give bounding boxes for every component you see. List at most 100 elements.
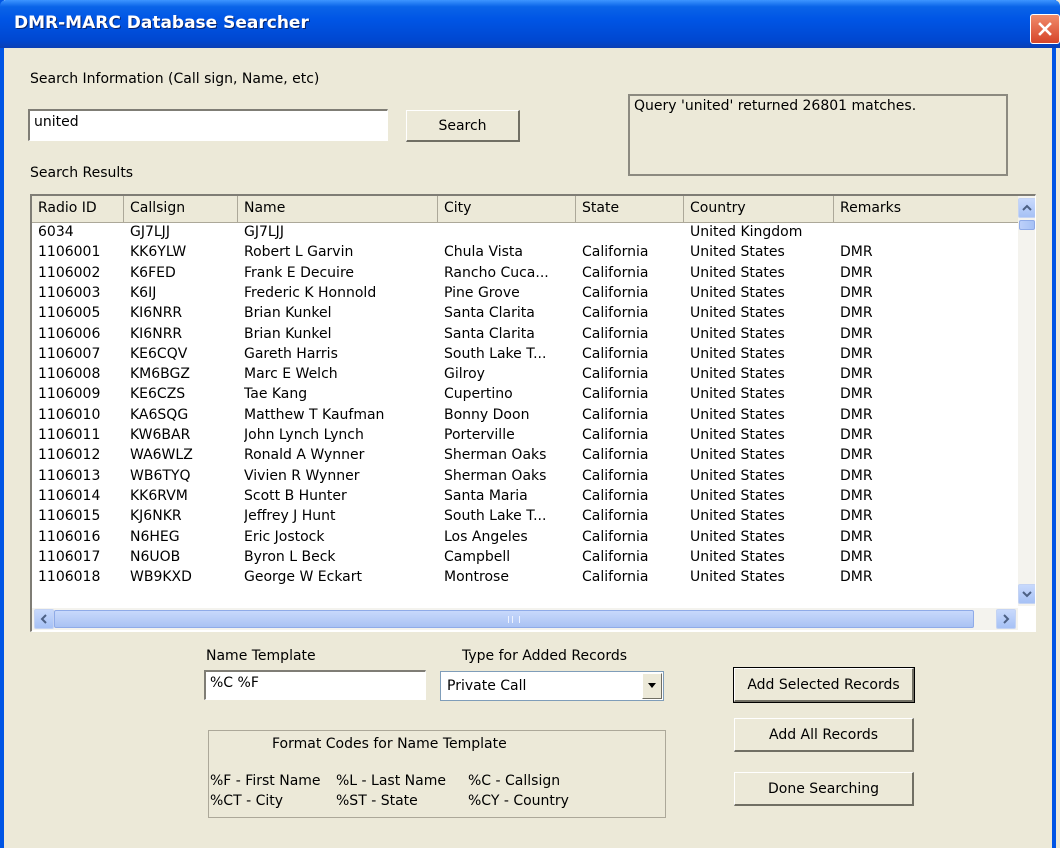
- cell-remarks: DMR: [840, 284, 873, 301]
- cell-city: Sherman Oaks: [444, 447, 547, 464]
- cell-name: Ronald A Wynner: [244, 447, 365, 464]
- table-row[interactable]: 1106009 KE6CZS Tae Kang Cupertino California…: [32, 386, 1018, 405]
- status-text: Query 'united' returned 26801 matches.: [634, 98, 917, 114]
- cell-radio-id: 1106014: [38, 487, 101, 504]
- column-header-state[interactable]: State: [576, 196, 684, 222]
- cell-radio-id: 1106005: [38, 305, 101, 322]
- done-searching-button[interactable]: Done Searching: [734, 772, 914, 806]
- format-code-first-name: %F - First Name: [210, 773, 321, 789]
- table-row[interactable]: 1106017 N6UOB Byron L Beck Campbell Californ…: [32, 549, 1018, 568]
- table-row[interactable]: 1106013 WB6TYQ Vivien R Wynner Sherman Oaks…: [32, 468, 1018, 487]
- cell-name: Frank E Decuire: [244, 264, 355, 281]
- cell-radio-id: 1106001: [38, 244, 101, 261]
- table-row[interactable]: 1106012 WA6WLZ Ronald A Wynner Sherman Oaks…: [32, 447, 1018, 466]
- cell-name: Tae Kang: [244, 386, 308, 403]
- column-header-city[interactable]: City: [438, 196, 576, 222]
- cell-country: United States: [690, 447, 785, 464]
- cell-callsign: WA6WLZ: [130, 447, 193, 464]
- table-row[interactable]: 1106008 KM6BGZ Marc E Welch Gilroy Californi…: [32, 366, 1018, 385]
- cell-callsign: N6UOB: [130, 548, 181, 565]
- column-header-radio-id[interactable]: Radio ID: [32, 196, 124, 222]
- record-type-label: Type for Added Records: [462, 648, 628, 664]
- results-list[interactable]: Radio ID Callsign Name City State Countr…: [30, 194, 1036, 632]
- name-template-input[interactable]: %C %F: [204, 670, 426, 700]
- record-type-select[interactable]: Private Call: [440, 671, 664, 701]
- table-row[interactable]: 1106018 WB9KXD George W Eckart Montrose Cali…: [32, 569, 1018, 588]
- cell-name: Brian Kunkel: [244, 325, 332, 342]
- cell-remarks: DMR: [840, 406, 873, 423]
- record-type-value: Private Call: [447, 678, 527, 694]
- cell-name: Byron L Beck: [244, 548, 336, 565]
- table-row[interactable]: 1106011 KW6BAR John Lynch Lynch Porterville…: [32, 427, 1018, 446]
- cell-callsign: KI6NRR: [130, 305, 183, 322]
- column-header-country[interactable]: Country: [684, 196, 834, 222]
- cell-name: George W Eckart: [244, 569, 363, 586]
- cell-remarks: DMR: [840, 447, 873, 464]
- cell-state: California: [582, 244, 649, 261]
- table-row[interactable]: 1106010 KA6SQG Matthew T Kaufman Bonny Doon…: [32, 407, 1018, 426]
- table-row[interactable]: 1106001 KK6YLW Robert L Garvin Chula Vista C…: [32, 244, 1018, 263]
- cell-callsign: N6HEG: [130, 528, 180, 545]
- done-searching-label: Done Searching: [767, 780, 880, 797]
- column-header-callsign[interactable]: Callsign: [124, 196, 238, 222]
- table-row[interactable]: 1106006 KI6NRR Brian Kunkel Santa Clarita Ca…: [32, 326, 1018, 345]
- scroll-right-button[interactable]: [996, 609, 1016, 629]
- record-type-dropdown-button[interactable]: [642, 673, 662, 699]
- cell-city: Los Angeles: [444, 528, 528, 545]
- cell-country: United States: [690, 244, 785, 261]
- cell-remarks: DMR: [840, 386, 873, 403]
- horizontal-scrollbar[interactable]: [32, 608, 1018, 630]
- search-input[interactable]: united: [28, 109, 388, 141]
- cell-radio-id: 1106011: [38, 427, 101, 443]
- cell-callsign: KI6NRR: [130, 325, 183, 342]
- add-all-records-button[interactable]: Add All Records: [734, 718, 914, 752]
- add-selected-records-label: Add Selected Records: [747, 676, 900, 693]
- cell-callsign: WB9KXD: [130, 569, 192, 586]
- cell-name: GJ7LJJ: [244, 224, 284, 240]
- cell-callsign: GJ7LJJ: [130, 224, 170, 240]
- cell-name: Scott B Hunter: [244, 487, 347, 504]
- cell-name: John Lynch Lynch: [244, 427, 364, 443]
- cell-country: United States: [690, 508, 785, 525]
- scroll-left-button[interactable]: [34, 609, 54, 629]
- scroll-down-button[interactable]: [1018, 584, 1035, 604]
- table-row[interactable]: 1106003 K6IJ Frederic K Honnold Pine Grove C…: [32, 285, 1018, 304]
- vertical-scrollbar[interactable]: [1018, 196, 1035, 606]
- cell-callsign: KJ6NKR: [130, 508, 182, 525]
- close-button[interactable]: [1030, 14, 1060, 44]
- table-row[interactable]: 1106002 K6FED Frank E Decuire Rancho Cuca..…: [32, 265, 1018, 284]
- close-icon: [1038, 22, 1052, 36]
- column-header-name[interactable]: Name: [238, 196, 438, 222]
- cell-city: Santa Maria: [444, 487, 528, 504]
- cell-city: Sherman Oaks: [444, 467, 547, 484]
- cell-remarks: DMR: [840, 508, 873, 525]
- table-row[interactable]: 1106005 KI6NRR Brian Kunkel Santa Clarita Ca…: [32, 305, 1018, 324]
- chevron-up-icon: [1022, 204, 1032, 211]
- search-button[interactable]: Search: [406, 110, 520, 142]
- horizontal-scroll-thumb[interactable]: [54, 610, 974, 628]
- cell-state: California: [582, 508, 649, 525]
- cell-name: Brian Kunkel: [244, 305, 332, 322]
- chevron-down-icon: [1022, 591, 1032, 598]
- cell-remarks: DMR: [840, 244, 873, 261]
- table-row[interactable]: 1106015 KJ6NKR Jeffrey J Hunt South Lake T.…: [32, 508, 1018, 527]
- cell-city: Gilroy: [444, 366, 485, 383]
- cell-city: Santa Clarita: [444, 325, 535, 342]
- add-selected-records-button[interactable]: Add Selected Records: [733, 667, 915, 703]
- cell-country: United States: [690, 548, 785, 565]
- cell-city: Montrose: [444, 569, 509, 586]
- table-row[interactable]: 6034 GJ7LJJ GJ7LJJ United Kingdom: [32, 224, 1018, 243]
- results-label: Search Results: [30, 165, 134, 181]
- column-header-remarks[interactable]: Remarks: [834, 196, 1018, 222]
- table-row[interactable]: 1106016 N6HEG Eric Jostock Los Angeles Calif…: [32, 529, 1018, 548]
- cell-remarks: DMR: [840, 467, 873, 484]
- vertical-scroll-thumb[interactable]: [1019, 220, 1035, 230]
- format-code-city: %CT - City: [210, 793, 284, 809]
- table-row[interactable]: 1106007 KE6CQV Gareth Harris South Lake T..…: [32, 346, 1018, 365]
- scroll-up-button[interactable]: [1018, 198, 1035, 218]
- cell-remarks: DMR: [840, 487, 873, 504]
- cell-state: California: [582, 325, 649, 342]
- table-row[interactable]: 1106014 KK6RVM Scott B Hunter Santa Maria Ca…: [32, 488, 1018, 507]
- cell-callsign: WB6TYQ: [130, 467, 191, 484]
- cell-country: United States: [690, 345, 785, 362]
